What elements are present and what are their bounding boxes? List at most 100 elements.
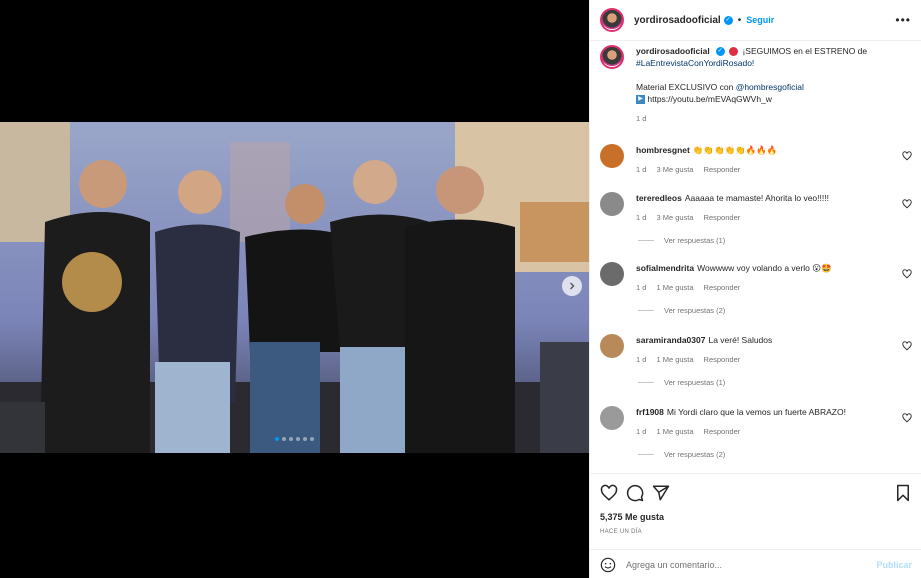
- reply-button[interactable]: Responder: [704, 355, 741, 364]
- follow-button[interactable]: Seguir: [746, 15, 774, 25]
- post-age: HACE UN DÍA: [600, 529, 642, 535]
- likes-count[interactable]: 5,375 Me gusta: [600, 512, 664, 522]
- comment-heart-icon[interactable]: [902, 151, 912, 161]
- comment-body: sofialmendrita Wowwww voy volando a verlo…: [636, 262, 886, 294]
- replies-line: [638, 454, 654, 455]
- comment-body: frf1908 Mi Yordi claro que la vemos un fu…: [636, 406, 886, 438]
- separator-dot: •: [737, 14, 742, 26]
- view-replies-label: Ver respuestas (1): [664, 236, 726, 245]
- carousel-dot[interactable]: [310, 437, 314, 441]
- comment-text: Mi Yordi claro que la vemos un fuerte AB…: [666, 407, 846, 417]
- comment-meta: 1 d 3 Me gusta Responder: [636, 164, 886, 176]
- comment-username[interactable]: saramiranda0307: [636, 335, 705, 345]
- view-replies-label: Ver respuestas (2): [664, 450, 726, 459]
- comment-avatar[interactable]: [600, 262, 624, 286]
- comment-username[interactable]: frf1908: [636, 407, 664, 417]
- caption-time: 1 d: [636, 114, 647, 123]
- comment-likes[interactable]: 1 Me gusta: [656, 427, 693, 436]
- view-replies-button[interactable]: Ver respuestas (2): [638, 450, 725, 459]
- action-icons: [600, 484, 912, 502]
- comment-body: hombresgnet 👏👏👏👏👏🔥🔥🔥 1 d 3 Me gusta Responde…: [636, 144, 886, 176]
- comment-avatar[interactable]: [600, 192, 624, 216]
- media-area: [0, 0, 589, 578]
- share-icon[interactable]: [652, 484, 670, 502]
- view-replies-button[interactable]: Ver respuestas (1): [638, 236, 725, 245]
- comment-item: hombresgnet 👏👏👏👏👏🔥🔥🔥 1 d 3 Me gusta Responde…: [600, 144, 886, 176]
- comment-time: 1 d: [636, 355, 647, 364]
- play-icon: ▶: [636, 95, 645, 105]
- comment-text: La veré! Saludos: [708, 335, 773, 345]
- comment-icon[interactable]: [626, 484, 644, 502]
- comment-avatar[interactable]: [600, 406, 624, 430]
- comment-body: tereredleos Aaaaaa te mamaste! Ahorita lo…: [636, 192, 886, 224]
- author-username[interactable]: yordirosadooficial: [634, 15, 721, 26]
- publish-button[interactable]: Publicar: [876, 560, 912, 570]
- comment-meta: 1 d 3 Me gusta Responder: [636, 212, 886, 224]
- comment-likes[interactable]: 1 Me gusta: [656, 355, 693, 364]
- verified-icon: ✓: [723, 15, 733, 25]
- chevron-right-icon: [570, 282, 575, 290]
- caption-line1: ¡SEGUIMOS en el ESTRENO de: [742, 46, 868, 56]
- comment-username[interactable]: hombresgnet: [636, 145, 690, 155]
- more-icon[interactable]: •••: [895, 13, 911, 27]
- caption-text: yordirosadooficial ✓ ¡SEGUIMOS en el ESTR…: [636, 45, 886, 125]
- comment-input[interactable]: [626, 559, 866, 570]
- comment-heart-icon[interactable]: [902, 341, 912, 351]
- comment-time: 1 d: [636, 213, 647, 222]
- replies-line: [638, 240, 654, 241]
- comment-likes[interactable]: 1 Me gusta: [656, 283, 693, 292]
- comment-likes[interactable]: 3 Me gusta: [656, 165, 693, 174]
- comment-item: sofialmendrita Wowwww voy volando a verlo…: [600, 262, 886, 294]
- post-photo[interactable]: [0, 122, 589, 453]
- carousel-next-button[interactable]: [562, 276, 582, 296]
- post-photo-image: [0, 122, 589, 453]
- comment-likes[interactable]: 3 Me gusta: [656, 213, 693, 222]
- caption-url[interactable]: https://youtu.be/mEVAqGWVh_w: [647, 94, 772, 104]
- comment-meta: 1 d 1 Me gusta Responder: [636, 282, 886, 294]
- caption-line2: Material EXCLUSIVO con: [636, 82, 736, 92]
- heart-icon[interactable]: [600, 484, 618, 502]
- reply-button[interactable]: Responder: [704, 283, 741, 292]
- comment-time: 1 d: [636, 165, 647, 174]
- view-replies-button[interactable]: Ver respuestas (1): [638, 378, 725, 387]
- view-replies-button[interactable]: Ver respuestas (2): [638, 306, 725, 315]
- add-comment-bar: Publicar: [590, 549, 921, 578]
- reply-button[interactable]: Responder: [704, 427, 741, 436]
- carousel-dot[interactable]: [289, 437, 293, 441]
- replies-line: [638, 382, 654, 383]
- comment-heart-icon[interactable]: [902, 269, 912, 279]
- verified-icon: ✓: [715, 47, 725, 57]
- caption-meta: 1 d: [636, 113, 886, 125]
- carousel-dot[interactable]: [303, 437, 307, 441]
- comment-item: saramiranda0307 La veré! Saludos 1 d 1 Me g…: [600, 334, 886, 366]
- comment-heart-icon[interactable]: [902, 413, 912, 423]
- carousel-dot[interactable]: [296, 437, 300, 441]
- carousel-dot[interactable]: [275, 437, 279, 441]
- bookmark-icon[interactable]: [894, 484, 912, 502]
- emoji-icon[interactable]: [600, 557, 616, 573]
- post-caption: yordirosadooficial ✓ ¡SEGUIMOS en el ESTR…: [600, 40, 912, 125]
- view-replies-label: Ver respuestas (2): [664, 306, 726, 315]
- comment-body: saramiranda0307 La veré! Saludos 1 d 1 Me g…: [636, 334, 886, 366]
- comment-time: 1 d: [636, 427, 647, 436]
- view-replies-label: Ver respuestas (1): [664, 378, 726, 387]
- caption-avatar[interactable]: [600, 45, 624, 69]
- reply-button[interactable]: Responder: [704, 165, 741, 174]
- comment-item: frf1908 Mi Yordi claro que la vemos un fu…: [600, 406, 886, 438]
- caption-hashtag[interactable]: #LaEntrevistaConYordiRosado!: [636, 58, 754, 68]
- comment-text: Wowwww voy volando a verlo 😮🤩: [697, 263, 832, 273]
- comment-text: 👏👏👏👏👏🔥🔥🔥: [692, 145, 778, 155]
- actions-section: 5,375 Me gusta HACE UN DÍA Publicar: [590, 473, 921, 578]
- caption-mention[interactable]: @hombresgoficial: [736, 82, 804, 92]
- author-avatar[interactable]: [600, 8, 624, 32]
- carousel-dot[interactable]: [282, 437, 286, 441]
- comment-meta: 1 d 1 Me gusta Responder: [636, 426, 886, 438]
- replies-line: [638, 310, 654, 311]
- comment-username[interactable]: sofialmendrita: [636, 263, 694, 273]
- caption-username[interactable]: yordirosadooficial: [636, 46, 710, 56]
- comment-heart-icon[interactable]: [902, 199, 912, 209]
- reply-button[interactable]: Responder: [704, 213, 741, 222]
- comment-avatar[interactable]: [600, 144, 624, 168]
- comment-username[interactable]: tereredleos: [636, 193, 682, 203]
- comment-avatar[interactable]: [600, 334, 624, 358]
